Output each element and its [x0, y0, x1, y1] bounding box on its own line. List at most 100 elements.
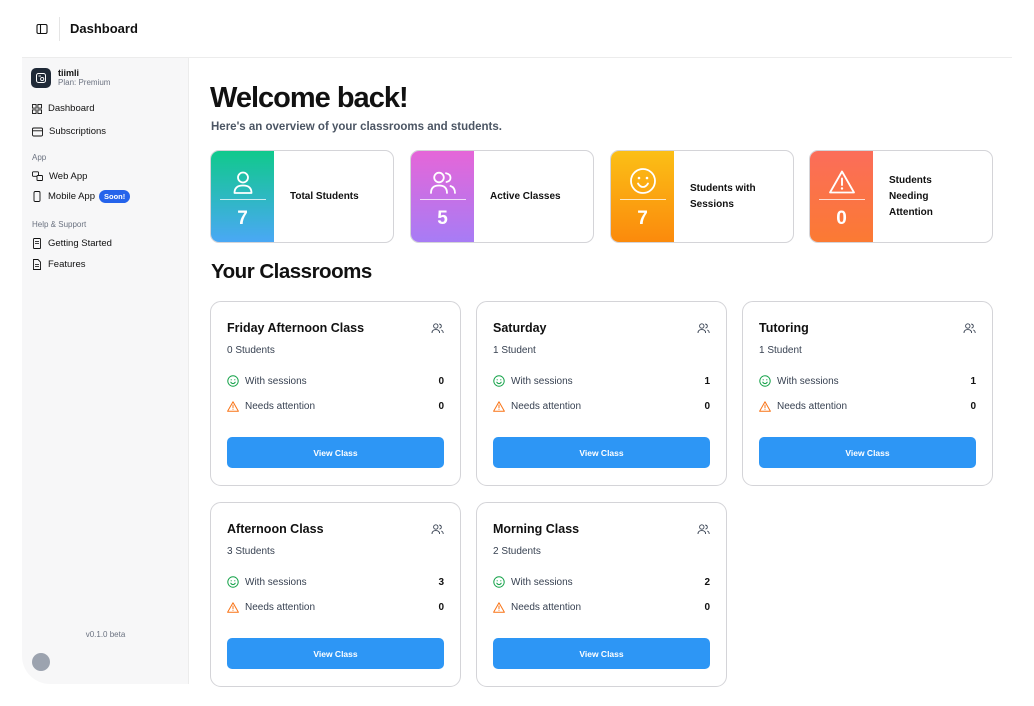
sidebar-item-mobile-app[interactable]: Mobile App Soon!	[22, 186, 188, 206]
attention-value: 0	[970, 401, 976, 412]
sessions-value: 0	[438, 375, 444, 387]
classroom-card: Afternoon Class 3 Students With sessions 3 N…	[210, 502, 461, 687]
attention-row: Needs attention 0	[227, 401, 444, 412]
classrooms-title: Your Classrooms	[211, 260, 372, 283]
stat-card-active-classes: 5 Active Classes	[410, 150, 594, 243]
book-icon	[33, 238, 41, 249]
users-icon	[697, 524, 710, 535]
users-icon	[431, 323, 444, 334]
view-class-button[interactable]: View Class	[227, 638, 444, 669]
sessions-label: With sessions	[245, 576, 307, 588]
student-count: 3 Students	[227, 546, 275, 557]
sidebar-item-label: Web App	[49, 170, 88, 182]
classroom-card: Saturday 1 Student With sessions 1 Needs att…	[476, 301, 727, 486]
sidebar-item-label: Dashboard	[48, 103, 95, 114]
sessions-label: With sessions	[511, 576, 573, 588]
stat-card-total-students: 7 Total Students	[210, 150, 394, 243]
sessions-value: 1	[970, 375, 976, 387]
grid-icon	[32, 103, 42, 114]
classroom-card: Tutoring 1 Student With sessions 1 Needs att…	[742, 301, 993, 486]
view-class-button[interactable]: View Class	[759, 437, 976, 468]
stat-icon-panel: 7	[211, 151, 274, 242]
members-button[interactable]	[431, 321, 444, 339]
section-label-help: Help & Support	[32, 220, 87, 229]
attention-value: 0	[704, 602, 710, 613]
sidebar-item-label: Mobile App	[48, 190, 96, 202]
view-class-button[interactable]: View Class	[227, 437, 444, 468]
soon-badge: Soon!	[99, 189, 131, 203]
sidebar-item-subscriptions[interactable]: Subscriptions	[22, 120, 188, 143]
attention-row: Needs attention 0	[227, 602, 444, 613]
sidebar-toggle-button[interactable]	[24, 16, 60, 41]
sidebar-item-web-app[interactable]: Web App	[22, 166, 188, 186]
sidebar-item-label: Features	[48, 259, 86, 270]
stat-label: Students with Sessions	[690, 182, 756, 210]
student-count: 0 Students	[227, 345, 275, 356]
view-class-button[interactable]: View Class	[493, 437, 710, 468]
stat-label: Total Students	[290, 190, 359, 202]
stat-label: Students Needing Attention	[889, 174, 933, 218]
sidebar-toggle-icon	[35, 23, 48, 34]
sidebar: tiimli Plan: Premium Dashboard Subscript…	[22, 58, 189, 684]
alert-triangle-icon	[493, 401, 505, 412]
overview-subheading: Here's an overview of your classrooms an…	[211, 121, 502, 133]
top-bar: Dashboard	[22, 0, 1012, 58]
credit-card-icon	[32, 127, 43, 136]
attention-label: Needs attention	[777, 401, 848, 412]
sessions-row: With sessions 2	[493, 576, 710, 588]
student-count: 1 Student	[759, 345, 802, 356]
stat-value: 7	[237, 208, 248, 229]
sessions-label: With sessions	[245, 375, 307, 387]
attention-row: Needs attention 0	[493, 401, 710, 412]
sessions-label: With sessions	[511, 375, 573, 387]
stat-icon-panel: 5	[411, 151, 474, 242]
stat-label: Active Classes	[490, 190, 561, 202]
members-button[interactable]	[697, 321, 710, 339]
attention-value: 0	[704, 401, 710, 412]
sidebar-item-label: Getting Started	[48, 238, 112, 249]
web-app-icon	[32, 171, 43, 181]
members-button[interactable]	[431, 522, 444, 540]
welcome-heading: Welcome back!	[210, 82, 409, 114]
classroom-name: Tutoring	[759, 321, 809, 335]
users-icon	[429, 171, 456, 194]
attention-label: Needs attention	[245, 401, 316, 412]
stat-icon-panel: 7	[611, 151, 674, 242]
users-icon	[431, 524, 444, 535]
alert-triangle-icon	[227, 602, 239, 613]
smile-icon	[227, 576, 239, 588]
stat-card-students-with-sessions: 7 Students with Sessions	[610, 150, 794, 243]
brand-logo-icon	[31, 68, 51, 88]
sessions-row: With sessions 0	[227, 375, 444, 387]
smile-icon	[629, 168, 656, 194]
brand-name: tiimli	[58, 68, 80, 78]
members-button[interactable]	[963, 321, 976, 339]
attention-label: Needs attention	[245, 602, 316, 613]
alert-triangle-icon	[759, 401, 771, 412]
workspace-switcher[interactable]: tiimli Plan: Premium	[22, 58, 188, 88]
classroom-name: Friday Afternoon Class	[227, 321, 365, 335]
attention-label: Needs attention	[511, 602, 582, 613]
student-count: 2 Students	[493, 546, 541, 557]
alert-triangle-icon	[227, 401, 239, 412]
smile-icon	[493, 375, 505, 387]
classroom-name: Saturday	[493, 321, 547, 335]
smile-icon	[759, 375, 771, 387]
stat-value: 0	[836, 208, 847, 229]
view-class-button[interactable]: View Class	[493, 638, 710, 669]
classroom-name: Afternoon Class	[227, 522, 324, 536]
stat-value: 5	[437, 208, 448, 229]
student-count: 1 Student	[493, 345, 536, 356]
alert-triangle-icon	[828, 170, 855, 194]
sidebar-item-features[interactable]: Features	[22, 254, 188, 275]
members-button[interactable]	[697, 522, 710, 540]
sessions-row: With sessions 1	[759, 375, 976, 387]
brand-plan: Plan: Premium	[58, 78, 111, 87]
sessions-value: 2	[704, 576, 710, 588]
sidebar-item-getting-started[interactable]: Getting Started	[22, 233, 188, 254]
sidebar-item-dashboard[interactable]: Dashboard	[22, 97, 188, 120]
avatar[interactable]	[32, 653, 50, 671]
sessions-label: With sessions	[777, 375, 839, 387]
smartphone-icon	[33, 190, 41, 202]
classroom-name: Morning Class	[493, 522, 580, 536]
